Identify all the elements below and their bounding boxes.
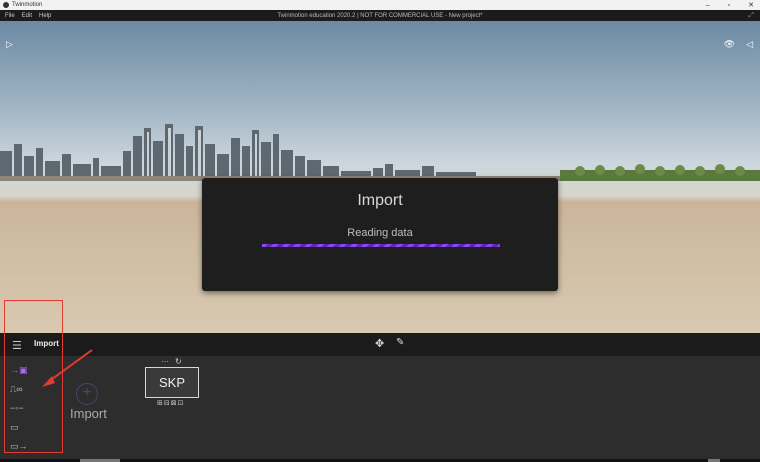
import-button[interactable]: + Import xyxy=(70,383,107,421)
import-progress-fill xyxy=(262,244,500,247)
city-skyline xyxy=(0,124,760,181)
more-options-icon[interactable]: ··· xyxy=(161,357,169,366)
twinmotion-app-icon xyxy=(3,2,9,8)
plus-circle-icon: + xyxy=(76,383,98,405)
expand-right-icon[interactable]: ◁ xyxy=(746,39,753,50)
import-dialog: Import Reading data xyxy=(202,178,558,291)
import-button-label: Import xyxy=(70,406,107,421)
close-button[interactable]: ✕ xyxy=(748,1,754,9)
dialog-title: Import xyxy=(357,192,403,209)
project-title: Twinmotion education 2020.2 | NOT FOR CO… xyxy=(277,12,483,19)
dialog-status-text: Reading data xyxy=(347,227,413,239)
maximize-button[interactable]: ▫ xyxy=(728,2,730,9)
import-progress-bar xyxy=(262,244,500,247)
minimize-button[interactable]: – xyxy=(706,2,710,9)
menu-bar: File Edit Help Twinmotion education 2020… xyxy=(0,10,760,21)
window-controls: – ▫ ✕ xyxy=(706,0,754,10)
window-title: Twinmotion xyxy=(12,2,43,8)
pen-icon[interactable]: ✎ xyxy=(396,337,404,348)
bottom-toolbar: ☰ Import ✥ ✎ xyxy=(0,333,760,356)
bottom-panel: →▣ ⎍∞ −◦− ▭ ▭→ xyxy=(0,356,760,462)
menu-edit[interactable]: Edit xyxy=(22,13,32,19)
skp-file-card[interactable]: SKP xyxy=(145,367,199,398)
move-icon[interactable]: ✥ xyxy=(375,337,384,350)
eye-icon[interactable]: 👁 xyxy=(724,39,735,50)
menu-help[interactable]: Help xyxy=(39,13,51,19)
expand-left-icon[interactable]: ▷ xyxy=(6,39,13,50)
skp-options-icons[interactable]: ⊞⊟⊠⊡ xyxy=(157,399,184,407)
highlight-box xyxy=(4,300,63,453)
fullscreen-icon[interactable]: ⤢ xyxy=(748,12,754,20)
menu-file[interactable]: File xyxy=(5,13,15,19)
window-title-bar: Twinmotion – ▫ ✕ xyxy=(0,0,760,10)
refresh-icon[interactable]: ↻ xyxy=(175,357,182,366)
